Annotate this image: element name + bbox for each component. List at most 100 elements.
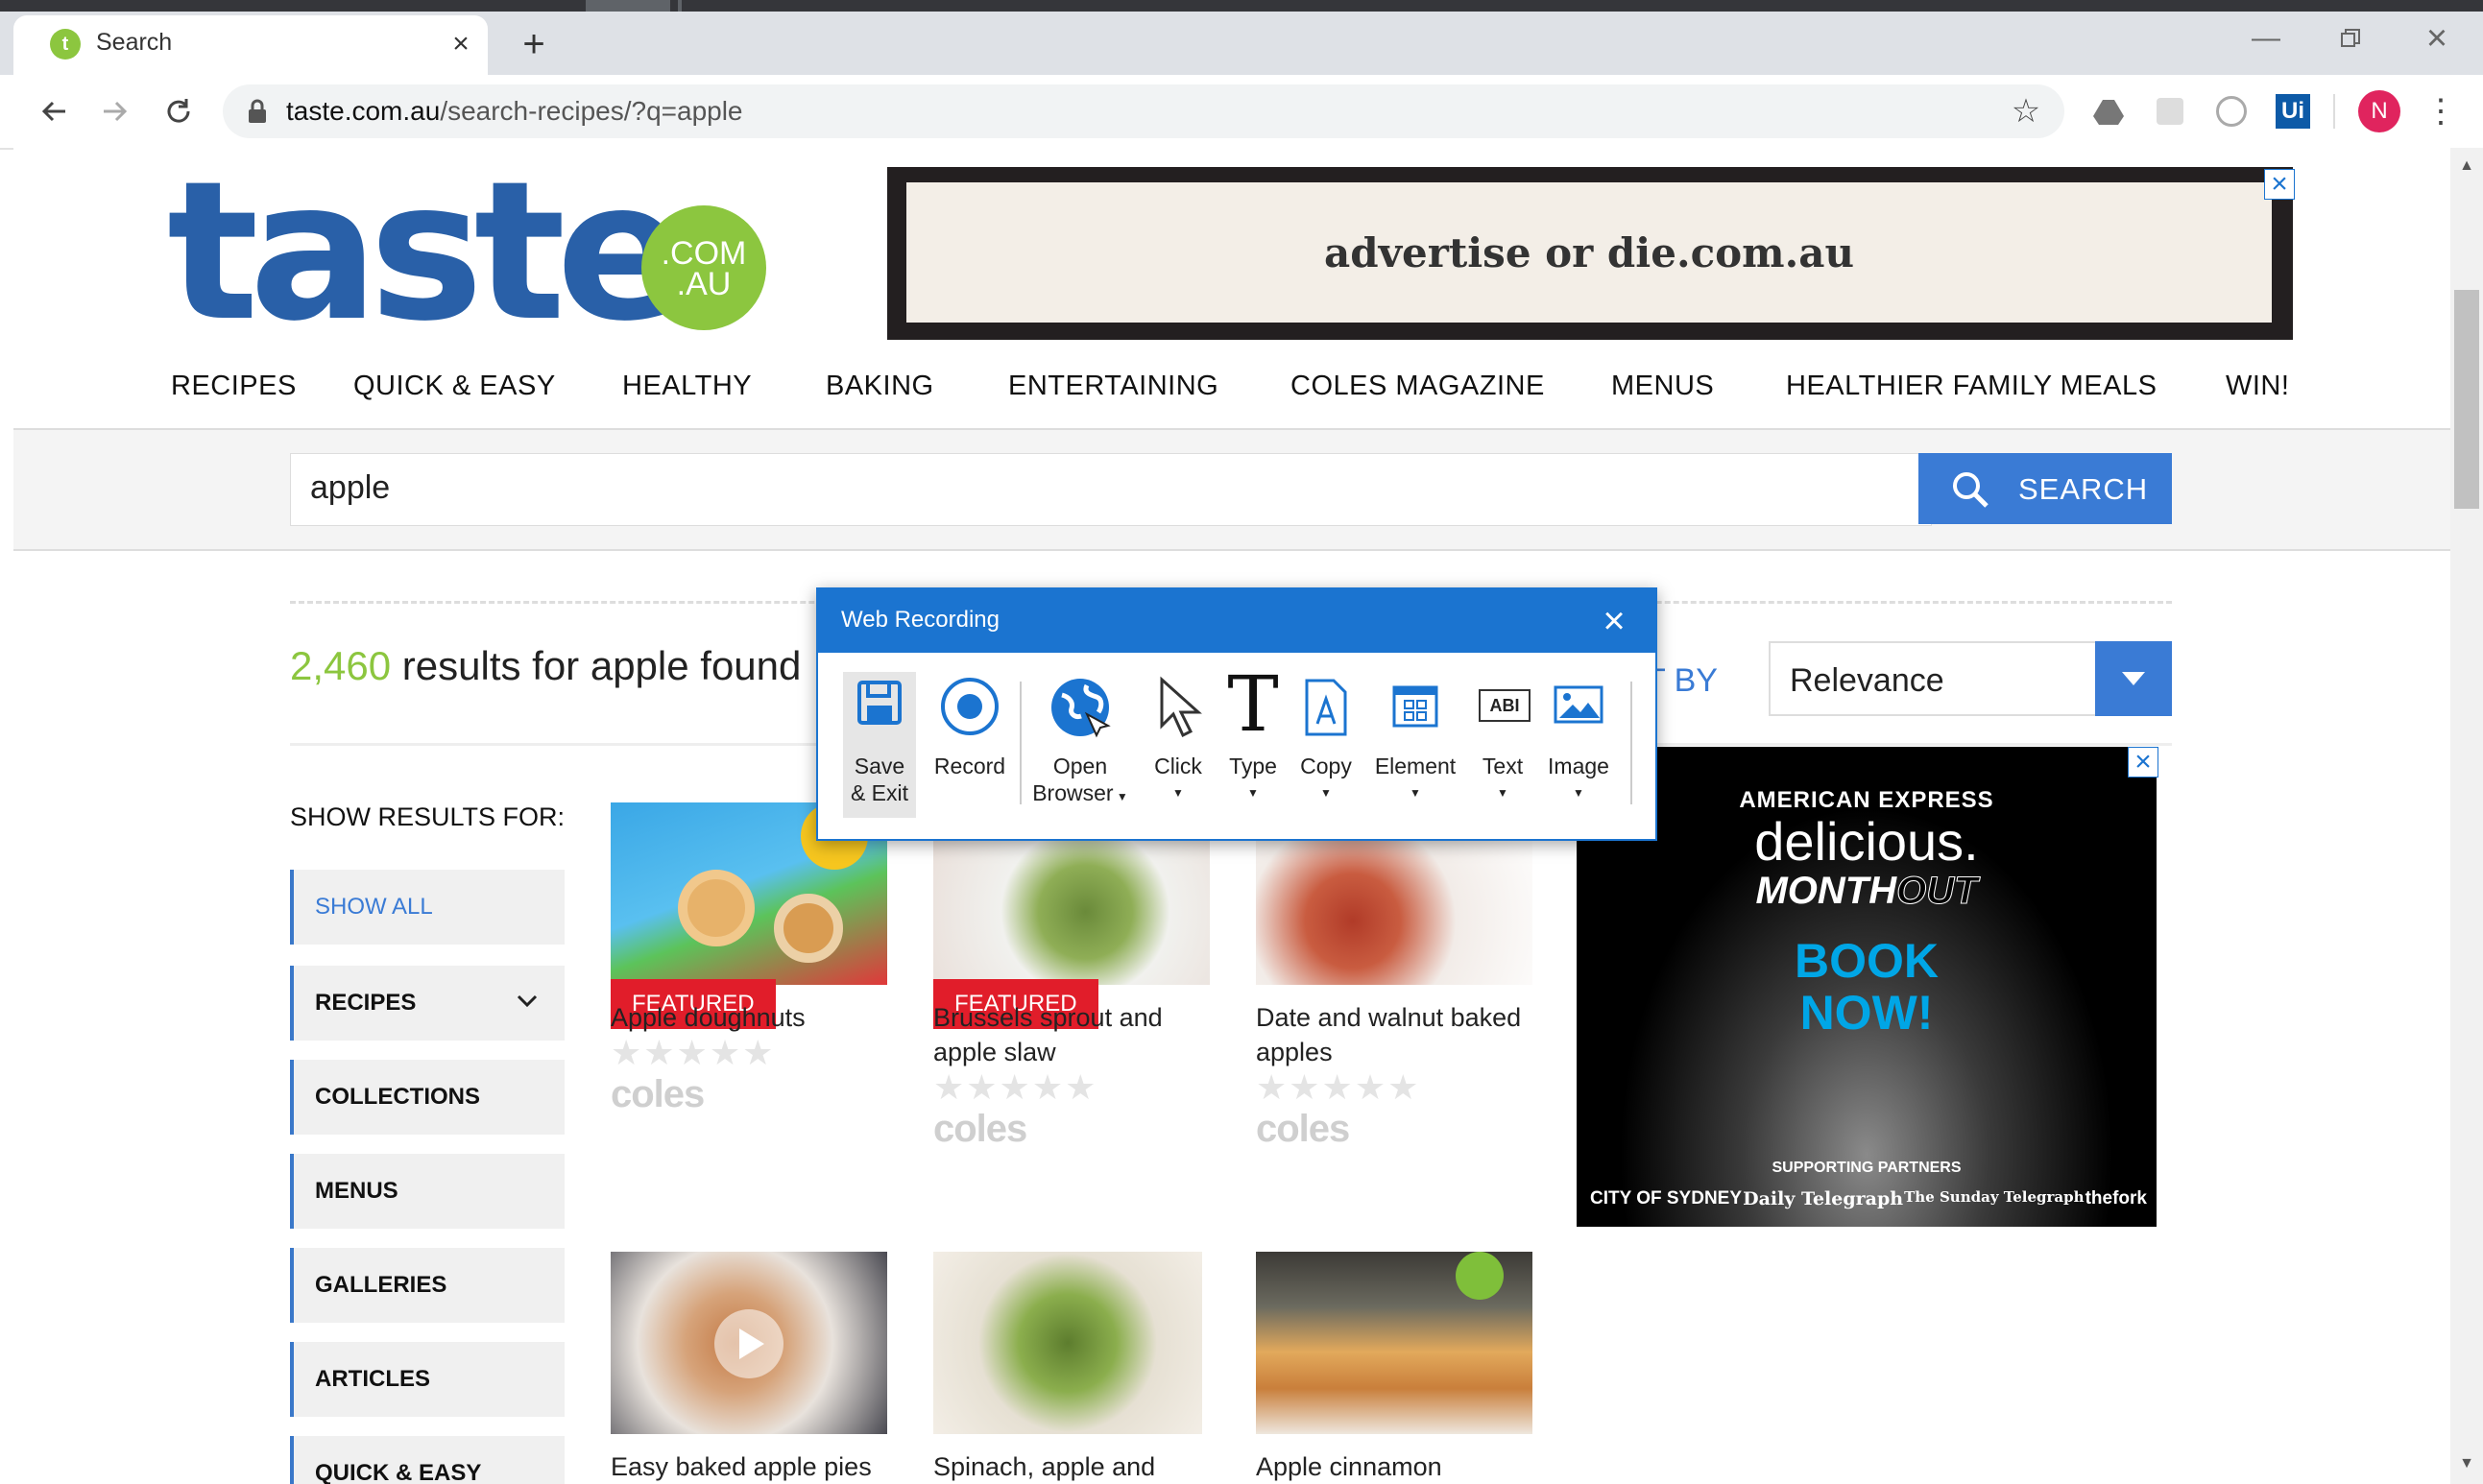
- scroll-up-icon[interactable]: ▲: [2454, 154, 2479, 179]
- sidebar-item-menus[interactable]: MENUS: [290, 1154, 565, 1229]
- url-domain: taste.com.au: [286, 96, 441, 126]
- sort-dropdown-button[interactable]: [2095, 641, 2172, 716]
- extension-camera-icon[interactable]: [2212, 92, 2251, 131]
- nav-coles-magazine[interactable]: COLES MAGAZINE: [1290, 371, 1545, 402]
- minimize-icon[interactable]: —: [2247, 19, 2285, 58]
- sort-select[interactable]: Relevance: [1769, 641, 2172, 716]
- forward-arrow-icon[interactable]: [94, 90, 136, 132]
- apple-decoration: [1456, 1252, 1504, 1300]
- cursor-icon: [1160, 676, 1202, 738]
- tab-close-icon[interactable]: ×: [444, 27, 478, 61]
- image-icon: [1554, 685, 1603, 724]
- coles-logo: coles: [611, 1073, 705, 1115]
- recipe-title[interactable]: Apple doughnuts: [611, 1000, 899, 1035]
- nav-quick-easy[interactable]: QUICK & EASY: [353, 371, 556, 402]
- sidebar-item-articles[interactable]: ARTICLES: [290, 1342, 565, 1417]
- dialog-close-icon[interactable]: ×: [1592, 599, 1636, 643]
- sidebar-item-recipes[interactable]: RECIPES: [290, 966, 565, 1041]
- nav-baking[interactable]: BAKING: [826, 371, 934, 402]
- recipe-image-spinach-apple[interactable]: [933, 1252, 1202, 1434]
- rating-stars: ★★★★★: [611, 1033, 776, 1072]
- recipe-title[interactable]: Date and walnut baked apples: [1256, 1000, 1544, 1069]
- nav-menus[interactable]: MENUS: [1611, 371, 1714, 402]
- results-text: results for apple found: [401, 643, 802, 688]
- recipe-image-easy-baked-apple-pies[interactable]: [611, 1252, 887, 1434]
- save-exit-button[interactable]: Save & Exit: [843, 672, 916, 818]
- new-tab-button[interactable]: +: [515, 23, 553, 65]
- nav-entertaining[interactable]: ENTERTAINING: [1008, 371, 1218, 402]
- copy-button[interactable]: Copy ▼: [1289, 672, 1363, 818]
- dropdown-arrow-icon: ▼: [1172, 786, 1184, 800]
- type-button[interactable]: T Type ▼: [1217, 666, 1289, 818]
- search-button[interactable]: SEARCH: [1918, 453, 2172, 524]
- window-top-strip: [0, 0, 2483, 12]
- reload-icon[interactable]: [157, 90, 200, 132]
- ad-close-icon[interactable]: ×: [2128, 746, 2158, 778]
- dropdown-arrow-icon: ▼: [1113, 790, 1128, 803]
- text-button[interactable]: ABI Text ▼: [1467, 672, 1538, 818]
- recipe-image-apple-cinnamon[interactable]: [1256, 1252, 1532, 1434]
- globe-icon: [1051, 679, 1111, 738]
- sidebar-item-quick-easy[interactable]: QUICK & EASY: [290, 1436, 565, 1484]
- open-browser-button[interactable]: Open Browser ▼: [1027, 672, 1133, 818]
- record-button[interactable]: Record: [924, 672, 1016, 818]
- tool-label: & Exit: [850, 780, 909, 805]
- ad-headline: delicious.: [1754, 811, 1979, 872]
- recipe-title[interactable]: Brussels sprout and apple slaw: [933, 1000, 1221, 1069]
- ad-partner: thefork: [2085, 1188, 2147, 1209]
- address-bar[interactable]: taste.com.au/search-recipes/?q=apple ☆: [223, 84, 2064, 138]
- play-video-icon[interactable]: [714, 1309, 783, 1378]
- web-recording-dialog: Web Recording × Save & Exit Record Open …: [816, 587, 1657, 841]
- recipe-title[interactable]: Spinach, apple and: [933, 1449, 1221, 1484]
- dialog-titlebar[interactable]: Web Recording ×: [818, 589, 1655, 653]
- extension-grid-icon[interactable]: [2151, 92, 2189, 131]
- ad-cta-line2: NOW!: [1799, 986, 1934, 1040]
- image-button[interactable]: Image ▼: [1538, 672, 1619, 818]
- search-input[interactable]: apple: [290, 453, 1932, 526]
- sidebar-item-label: GALLERIES: [315, 1272, 447, 1298]
- back-arrow-icon[interactable]: [33, 90, 75, 132]
- logo-badge: .COM .AU: [641, 205, 766, 330]
- sidebar-item-collections[interactable]: COLLECTIONS: [290, 1060, 565, 1135]
- dropdown-arrow-icon: ▼: [1497, 786, 1508, 800]
- sidebar-item-show-all[interactable]: SHOW ALL: [290, 870, 565, 945]
- element-button[interactable]: Element ▼: [1363, 672, 1467, 818]
- uipath-extension-icon[interactable]: Ui: [2276, 94, 2310, 129]
- nav-win[interactable]: WIN!: [2226, 371, 2289, 402]
- logo-badge-line1: .COM: [661, 235, 747, 272]
- coles-logo: coles: [1256, 1108, 1350, 1150]
- chrome-menu-icon[interactable]: ⋮: [2422, 90, 2460, 132]
- taste-logo[interactable]: taste .COM .AU: [167, 148, 782, 364]
- nav-recipes[interactable]: RECIPES: [171, 371, 297, 402]
- results-summary: 2,460 results for apple found: [290, 643, 801, 689]
- scroll-down-icon[interactable]: ▼: [2454, 1451, 2479, 1476]
- chevron-down-icon: [2122, 672, 2145, 685]
- tab-favicon-icon: t: [50, 29, 81, 60]
- tool-label: Element: [1374, 754, 1457, 778]
- recipe-title[interactable]: Easy baked apple pies: [611, 1449, 899, 1484]
- amex-ad[interactable]: AMERICAN EXPRESS delicious. MONTHOUT BOO…: [1577, 747, 2157, 1227]
- click-button[interactable]: Click ▼: [1139, 672, 1217, 818]
- sort-select-value: Relevance: [1790, 662, 1944, 699]
- text-icon: ABI: [1479, 689, 1531, 722]
- browser-tab[interactable]: t Search ×: [13, 15, 488, 75]
- bookmark-star-icon[interactable]: ☆: [2007, 92, 2045, 131]
- ad-partner: Daily Telegraph: [1743, 1188, 1904, 1209]
- nav-healthier-family-meals[interactable]: HEALTHIER FAMILY MEALS: [1786, 371, 2158, 402]
- ad-banner[interactable]: advertise or die.com.au: [887, 167, 2293, 340]
- restore-icon[interactable]: [2331, 19, 2370, 58]
- tool-label: Browser ▼: [1027, 779, 1133, 810]
- sidebar-item-label: MENUS: [315, 1178, 398, 1204]
- scrollbar-thumb[interactable]: [2454, 290, 2479, 509]
- close-window-icon[interactable]: ×: [2418, 18, 2456, 59]
- ad-supporting: SUPPORTING PARTNERS: [1772, 1160, 1962, 1176]
- sidebar-item-galleries[interactable]: GALLERIES: [290, 1248, 565, 1323]
- profile-avatar[interactable]: N: [2358, 90, 2400, 132]
- recipe-title[interactable]: Apple cinnamon: [1256, 1449, 1544, 1484]
- tool-separator: [1630, 682, 1632, 804]
- nav-healthy[interactable]: HEALTHY: [622, 371, 752, 402]
- rating-stars: ★★★★★: [933, 1067, 1098, 1107]
- ad-close-icon[interactable]: ×: [2264, 168, 2295, 200]
- tool-label: Type: [1229, 754, 1277, 778]
- drive-extension-icon[interactable]: [2089, 92, 2128, 131]
